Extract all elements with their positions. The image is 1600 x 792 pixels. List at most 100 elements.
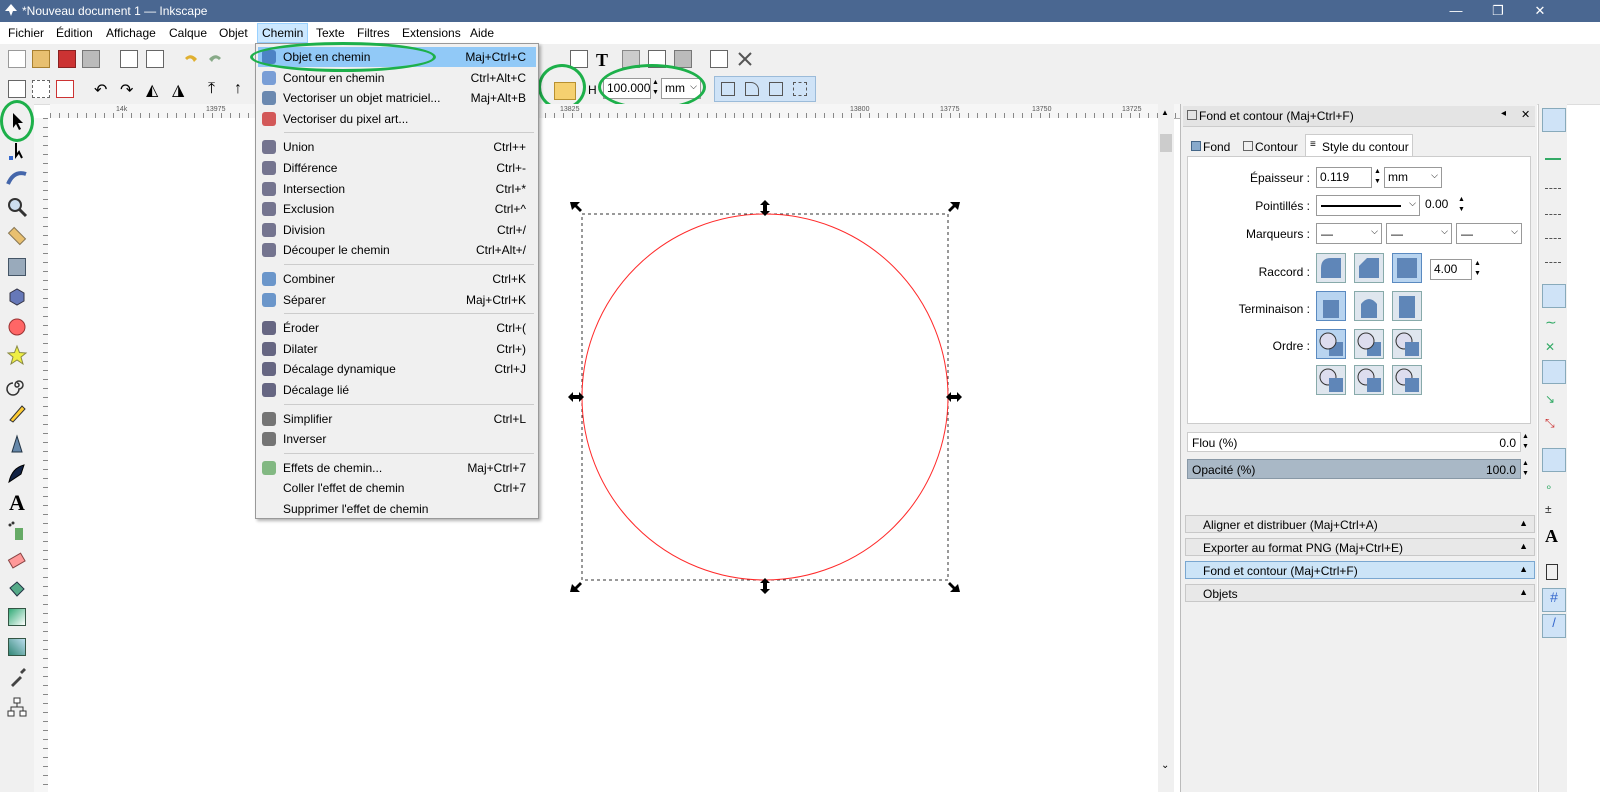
rectangle-tool-icon[interactable] — [8, 258, 26, 276]
handle-ne[interactable] — [948, 202, 960, 212]
start-marker-select[interactable]: — ⌵ — [1316, 223, 1382, 244]
snap-guide-icon[interactable]: / — [1542, 614, 1566, 638]
node-tool-icon[interactable] — [6, 140, 28, 162]
menu-chemin[interactable]: Chemin — [257, 23, 309, 43]
print-icon[interactable] — [82, 50, 100, 68]
order-markers-stroke-button[interactable] — [1392, 365, 1422, 395]
opacity-spinner[interactable]: ▲ ▼ — [1522, 459, 1529, 479]
tab-style-contour[interactable]: ≡ Style du contour — [1305, 134, 1413, 156]
menu-item-coller-l-effet-de-chemin[interactable]: Coller l'effet de chemin Ctrl+7 — [258, 478, 536, 498]
minimize-button[interactable]: — — [1436, 0, 1476, 22]
menu-calque[interactable]: Calque — [169, 26, 207, 40]
scroll-down-icon[interactable]: ⌄ — [1161, 760, 1169, 771]
menu-item-vectoriser-un-objet-matriciel[interactable]: Vectoriser un objet matriciel... Maj+Alt+… — [258, 88, 536, 108]
zoom-tool-icon[interactable] — [6, 196, 28, 218]
mid-marker-select[interactable]: — ⌵ — [1386, 223, 1452, 244]
opacity-slider[interactable]: Opacité (%) 100.0 — [1187, 459, 1521, 479]
move-patterns-icon[interactable] — [793, 82, 807, 96]
snap-page-icon[interactable] — [1546, 564, 1558, 580]
dash-offset-spinner[interactable]: ▲ ▼ — [1458, 195, 1465, 215]
pencil-tool-icon[interactable] — [6, 402, 28, 424]
maximize-button[interactable]: ❐ — [1478, 0, 1518, 22]
select-all-icon[interactable] — [8, 80, 26, 98]
dock-export[interactable]: Exporter au format PNG (Maj+Ctrl+E) ▲ — [1185, 538, 1535, 556]
spray-tool-icon[interactable] — [6, 520, 28, 542]
rotate-ccw-icon[interactable]: ↶ — [94, 80, 112, 99]
menu-item-vectoriser-du-pixel-art[interactable]: Vectoriser du pixel art... — [258, 109, 536, 129]
rotate-cw-icon[interactable]: ↷ — [120, 80, 138, 99]
blur-spinner[interactable]: ▲ ▼ — [1522, 432, 1529, 452]
order-fill-markers-button[interactable] — [1316, 365, 1346, 395]
menu-objet[interactable]: Objet — [219, 26, 248, 40]
snap-others-toggle-icon[interactable] — [1542, 448, 1566, 472]
epaisseur-unit-select[interactable]: mm ⌵ — [1384, 167, 1442, 188]
order-stroke-markers-button[interactable] — [1354, 365, 1384, 395]
ellipse-tool-icon[interactable] — [6, 316, 28, 338]
join-bevel-button[interactable] — [1354, 253, 1384, 283]
close-button[interactable]: ✕ — [1520, 0, 1560, 22]
panel-close-icon[interactable]: ✕ — [1521, 108, 1530, 121]
menu-item-exclusion[interactable]: Exclusion Ctrl+^ — [258, 199, 536, 219]
scroll-thumb[interactable] — [1160, 134, 1172, 152]
cap-butt-button[interactable] — [1316, 291, 1346, 321]
scale-stroke-icon[interactable] — [721, 82, 735, 96]
preferences-icon[interactable] — [736, 50, 754, 68]
join-miter-button[interactable] — [1392, 253, 1422, 283]
calligraphy-tool-icon[interactable] — [6, 462, 28, 484]
cap-round-button[interactable] — [1354, 291, 1384, 321]
order-markers-button[interactable] — [1392, 329, 1422, 359]
snap-midpoint-icon[interactable]: ↘ — [1545, 392, 1561, 406]
text-tool-icon[interactable]: A — [6, 490, 28, 515]
gradient-tool-icon[interactable] — [8, 608, 26, 626]
menu-item-simplifier[interactable]: Simplifier Ctrl+L — [258, 409, 536, 429]
export-icon[interactable] — [146, 50, 164, 68]
snap-text-baseline-icon[interactable]: A — [1545, 526, 1558, 547]
end-marker-select[interactable]: — ⌵ — [1456, 223, 1522, 244]
tab-fond[interactable]: Fond — [1187, 136, 1237, 156]
menu-fichier[interactable]: Fichier — [8, 26, 44, 40]
document-properties-icon[interactable] — [710, 50, 728, 68]
3d-box-tool-icon[interactable] — [6, 286, 28, 308]
menu-item-division[interactable]: Division Ctrl+/ — [258, 220, 536, 240]
order-normal-button[interactable] — [1316, 329, 1346, 359]
menu-item-decouper-le-chemin[interactable]: Découper le chemin Ctrl+Alt+/ — [258, 240, 536, 260]
xml-editor-icon[interactable] — [570, 50, 588, 68]
redo-icon[interactable] — [206, 50, 224, 68]
menu-item-difference[interactable]: Différence Ctrl+- — [258, 158, 536, 178]
star-tool-icon[interactable] — [6, 344, 28, 366]
handle-se[interactable] — [948, 582, 960, 592]
text-font-icon[interactable]: T — [596, 50, 614, 70]
handle-nw[interactable] — [570, 202, 582, 212]
snap-bbox-edge-icon[interactable] — [1545, 178, 1561, 189]
dash-offset-input[interactable]: 0.00 — [1422, 195, 1456, 216]
snap-bbox-corner-icon[interactable] — [1545, 204, 1561, 215]
snap-center-icon[interactable]: ∘ — [1545, 480, 1561, 494]
snap-nodes-icon[interactable] — [1542, 284, 1566, 308]
open-icon[interactable] — [32, 50, 50, 68]
epaisseur-input[interactable]: 0.119 — [1316, 167, 1372, 188]
raise-to-top-icon[interactable]: ⤒ — [208, 80, 226, 98]
menu-edition[interactable]: Édition — [56, 26, 93, 40]
measure-tool-icon[interactable] — [6, 226, 28, 248]
menu-item-combiner[interactable]: Combiner Ctrl+K — [258, 269, 536, 289]
collapse-icon[interactable]: ◂ — [1501, 108, 1506, 119]
dock-fill-stroke[interactable]: Fond et contour (Maj+Ctrl+F) ▲ — [1185, 561, 1535, 579]
select-all-layers-icon[interactable] — [32, 80, 50, 98]
tab-contour[interactable]: Contour — [1239, 136, 1303, 156]
join-round-button[interactable] — [1316, 253, 1346, 283]
bucket-fill-tool-icon[interactable] — [6, 578, 28, 600]
tweak-tool-icon[interactable] — [6, 166, 28, 188]
order-stroke-fill-button[interactable] — [1354, 329, 1384, 359]
menu-item-union[interactable]: Union Ctrl++ — [258, 137, 536, 157]
miter-limit-spinner[interactable]: ▲ ▼ — [1474, 259, 1481, 279]
dropper-tool-icon[interactable] — [6, 666, 28, 688]
menu-item-decalage-lie[interactable]: Décalage lié — [258, 380, 536, 400]
snap-bbox-center-icon[interactable] — [1545, 252, 1561, 263]
menu-filtres[interactable]: Filtres — [357, 26, 390, 40]
cap-square-button[interactable] — [1392, 291, 1422, 321]
snap-grid-icon[interactable]: # — [1542, 588, 1566, 612]
dock-objects[interactable]: Objets ▲ — [1185, 584, 1535, 602]
menu-aide[interactable]: Aide — [470, 26, 494, 40]
dash-pattern-select[interactable]: ⌵ — [1316, 195, 1420, 216]
menu-item-effets-de-chemin[interactable]: Effets de chemin... Maj+Ctrl+7 — [258, 458, 536, 478]
